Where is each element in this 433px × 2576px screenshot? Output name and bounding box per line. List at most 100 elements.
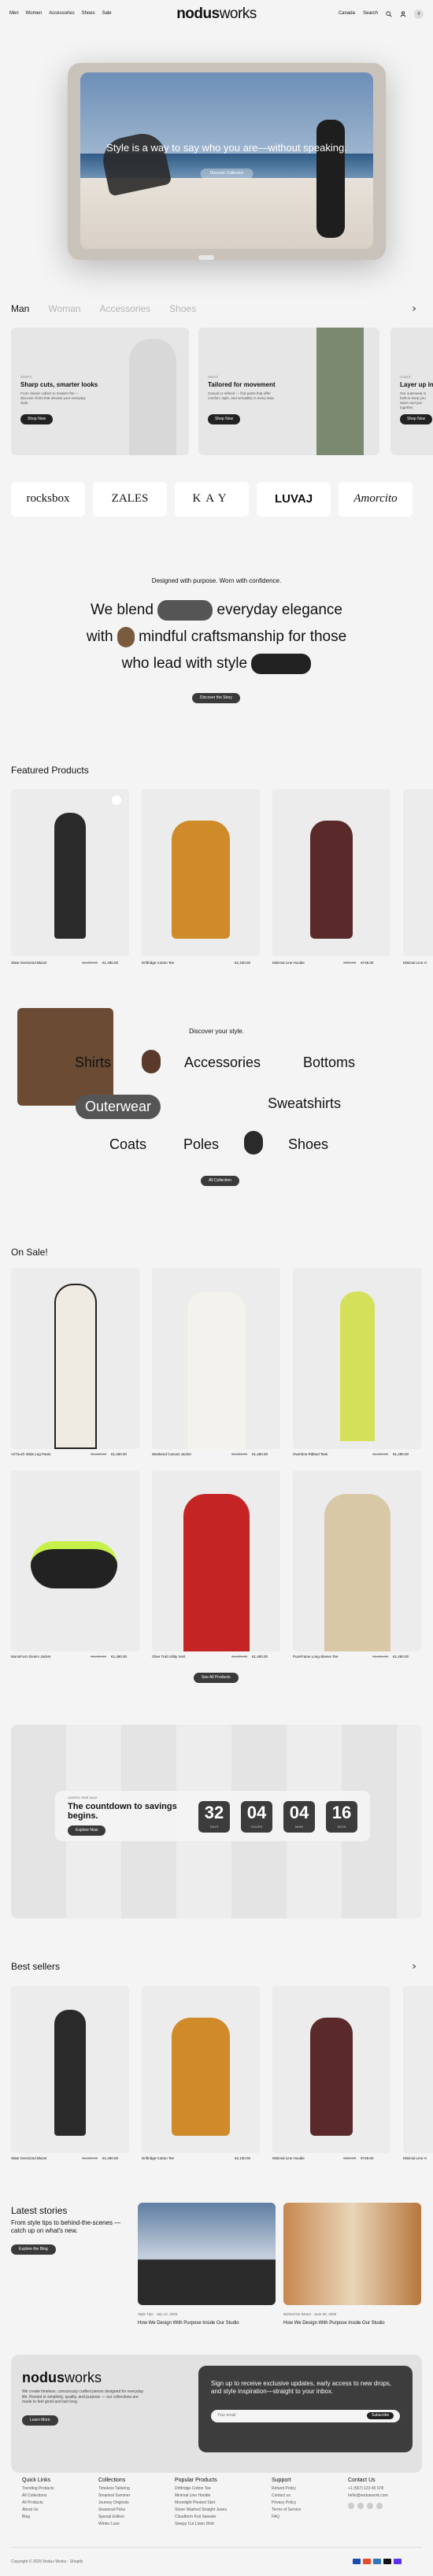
hero-pagination[interactable] <box>198 255 214 260</box>
footer-logo[interactable]: nodusworks <box>22 2369 102 2387</box>
footer-link[interactable]: Minimal Line Hoodie <box>175 2493 227 2500</box>
footer-link[interactable]: Driftridge Cotton Tee <box>175 2485 227 2493</box>
product-name[interactable]: Driftridge Cotton Tee <box>142 2156 174 2161</box>
facebook-icon[interactable] <box>348 2503 354 2509</box>
category-link-shoes[interactable]: Shoes <box>288 1136 328 1154</box>
footer-link[interactable]: Terms of Service <box>272 2507 301 2514</box>
product-card[interactable] <box>272 789 390 956</box>
product-card[interactable] <box>272 1986 390 2153</box>
product-name[interactable]: Minimal Line H <box>403 961 427 966</box>
category-card-pants[interactable]: PANTS Tailored for movement Casual or re… <box>198 328 379 455</box>
product-name[interactable]: Driftridge Cotton Tee <box>142 961 174 966</box>
category-link-accessories[interactable]: Accessories <box>184 1054 261 1072</box>
story-image[interactable] <box>138 2203 276 2305</box>
nav-accessories[interactable]: Accessories <box>49 11 74 17</box>
category-link-bottoms[interactable]: Bottoms <box>303 1054 355 1072</box>
sale-card[interactable] <box>293 1268 421 1449</box>
search-icon[interactable] <box>386 11 392 17</box>
shop-now-button[interactable]: Shop Now <box>20 414 54 424</box>
explore-now-button[interactable]: Explore Now <box>68 1825 106 1836</box>
hero-discover-button[interactable]: Discover Collection <box>200 169 254 179</box>
tab-shoes[interactable]: Shoes <box>169 303 196 316</box>
story-title[interactable]: How We Design With Purpose Inside Our St… <box>283 2321 385 2327</box>
account-icon[interactable] <box>400 11 406 17</box>
category-link-coats[interactable]: Coats <box>109 1136 146 1154</box>
category-link-shirts[interactable]: Shirts <box>75 1054 111 1072</box>
footer-link[interactable]: Winter Luxe <box>98 2521 130 2528</box>
footer-link[interactable]: FAQ <box>272 2514 301 2521</box>
brand-rocksbox[interactable]: rocksbox <box>11 482 85 517</box>
tiktok-icon[interactable] <box>376 2503 383 2509</box>
site-logo[interactable]: nodusworks <box>176 5 257 24</box>
learn-more-button[interactable]: Learn More <box>22 2415 58 2426</box>
product-name[interactable]: Minimal Line H <box>403 2156 427 2161</box>
category-card-shirts[interactable]: SHIRTS Sharp cuts, smarter looks From cl… <box>11 328 189 455</box>
product-name[interactable]: Weekend Canvas Jacket <box>152 1452 191 1457</box>
product-name[interactable]: Slate Oversized Blazer <box>11 961 47 966</box>
shop-now-button[interactable]: Shop Now <box>400 414 433 424</box>
discover-story-button[interactable]: Discover the Story <box>192 693 240 703</box>
product-name[interactable]: Olive Trail Utility Vest <box>152 1655 185 1659</box>
see-all-products-button[interactable]: See All Products <box>194 1673 239 1683</box>
product-card[interactable] <box>142 1986 260 2153</box>
search-link[interactable]: Search <box>363 11 378 17</box>
tab-woman[interactable]: Woman <box>48 303 80 316</box>
nav-men[interactable]: Men <box>9 11 19 17</box>
wishlist-icon[interactable] <box>112 795 121 805</box>
x-icon[interactable] <box>367 2503 373 2509</box>
arrow-right-icon[interactable] <box>411 1963 417 1970</box>
product-name[interactable]: Minimal Line Hoodie <box>272 2156 305 2161</box>
product-name[interactable]: MonoForm Denim Jacket <box>11 1655 50 1659</box>
footer-link[interactable]: Refund Policy <box>272 2485 301 2493</box>
category-link-poles[interactable]: Poles <box>183 1136 219 1154</box>
sale-card[interactable] <box>152 1470 280 1651</box>
brand-zales[interactable]: ZALES <box>93 482 167 517</box>
footer-link[interactable]: All Products <box>22 2500 54 2507</box>
footer-link[interactable]: Privacy Policy <box>272 2500 301 2507</box>
sale-card[interactable] <box>11 1268 139 1449</box>
product-name[interactable]: Overtime Ribbed Tank <box>293 1452 328 1457</box>
footer-link[interactable]: Contact us <box>272 2493 301 2500</box>
sale-card[interactable] <box>152 1268 280 1449</box>
product-card[interactable] <box>11 1986 129 2153</box>
category-card-coats[interactable]: COATS Layer up in style Our outerwear is… <box>390 328 433 455</box>
brand-luvaj[interactable]: LUVAJ <box>257 482 331 517</box>
footer-link[interactable]: Smartest Summer <box>98 2493 130 2500</box>
cart-icon[interactable]: 0 <box>414 9 424 19</box>
tab-accessories[interactable]: Accessories <box>99 303 150 316</box>
sale-card[interactable] <box>293 1470 421 1651</box>
all-collection-button[interactable]: All Collection <box>201 1176 239 1186</box>
tab-man[interactable]: Man <box>11 303 29 316</box>
nav-sale[interactable]: Sale <box>102 11 112 17</box>
subscribe-button[interactable]: Subscribe <box>367 2412 394 2419</box>
footer-link[interactable]: Stone Washed Straight Jeans <box>175 2507 227 2514</box>
instagram-icon[interactable] <box>357 2503 364 2509</box>
sale-card[interactable] <box>11 1470 139 1651</box>
category-link-outerwear[interactable]: Outerwear <box>76 1095 161 1120</box>
footer-link[interactable]: About Us <box>22 2507 54 2514</box>
story-image[interactable] <box>283 2203 421 2305</box>
footer-phone[interactable]: +1 (567) 123 45 678 <box>348 2485 388 2493</box>
footer-link[interactable]: Cloudform Knit Sweater <box>175 2514 227 2521</box>
category-link-sweatshirts[interactable]: Sweatshirts <box>268 1095 341 1113</box>
product-card[interactable] <box>403 1986 433 2153</box>
product-name[interactable]: Minimal Line Hoodie <box>272 961 305 966</box>
footer-link[interactable]: Blog <box>22 2514 54 2521</box>
nav-women[interactable]: Women <box>26 11 43 17</box>
product-name[interactable]: Slate Oversized Blazer <box>11 2156 47 2161</box>
footer-link[interactable]: Moonlight Pleated Skirt <box>175 2500 227 2507</box>
product-card[interactable] <box>142 789 260 956</box>
brand-amorcito[interactable]: Amorcito <box>339 482 413 517</box>
footer-link[interactable]: Timeless Tailoring <box>98 2485 130 2493</box>
nav-shoes[interactable]: Shoes <box>82 11 95 17</box>
product-card[interactable] <box>11 789 129 956</box>
arrow-right-icon[interactable] <box>411 306 417 312</box>
brand-kay[interactable]: KAY <box>175 482 249 517</box>
product-card[interactable] <box>403 789 433 956</box>
footer-link[interactable]: Trending Products <box>22 2485 54 2493</box>
product-name[interactable]: PureFrame Long-Sleeve Tee <box>293 1655 338 1659</box>
footer-link[interactable]: Sleepy Cut Linen Shirt <box>175 2521 227 2528</box>
footer-link[interactable]: All Collections <box>22 2493 54 2500</box>
footer-link[interactable]: Special Edition <box>98 2514 130 2521</box>
story-title[interactable]: How We Design With Purpose Inside Our St… <box>138 2321 239 2327</box>
